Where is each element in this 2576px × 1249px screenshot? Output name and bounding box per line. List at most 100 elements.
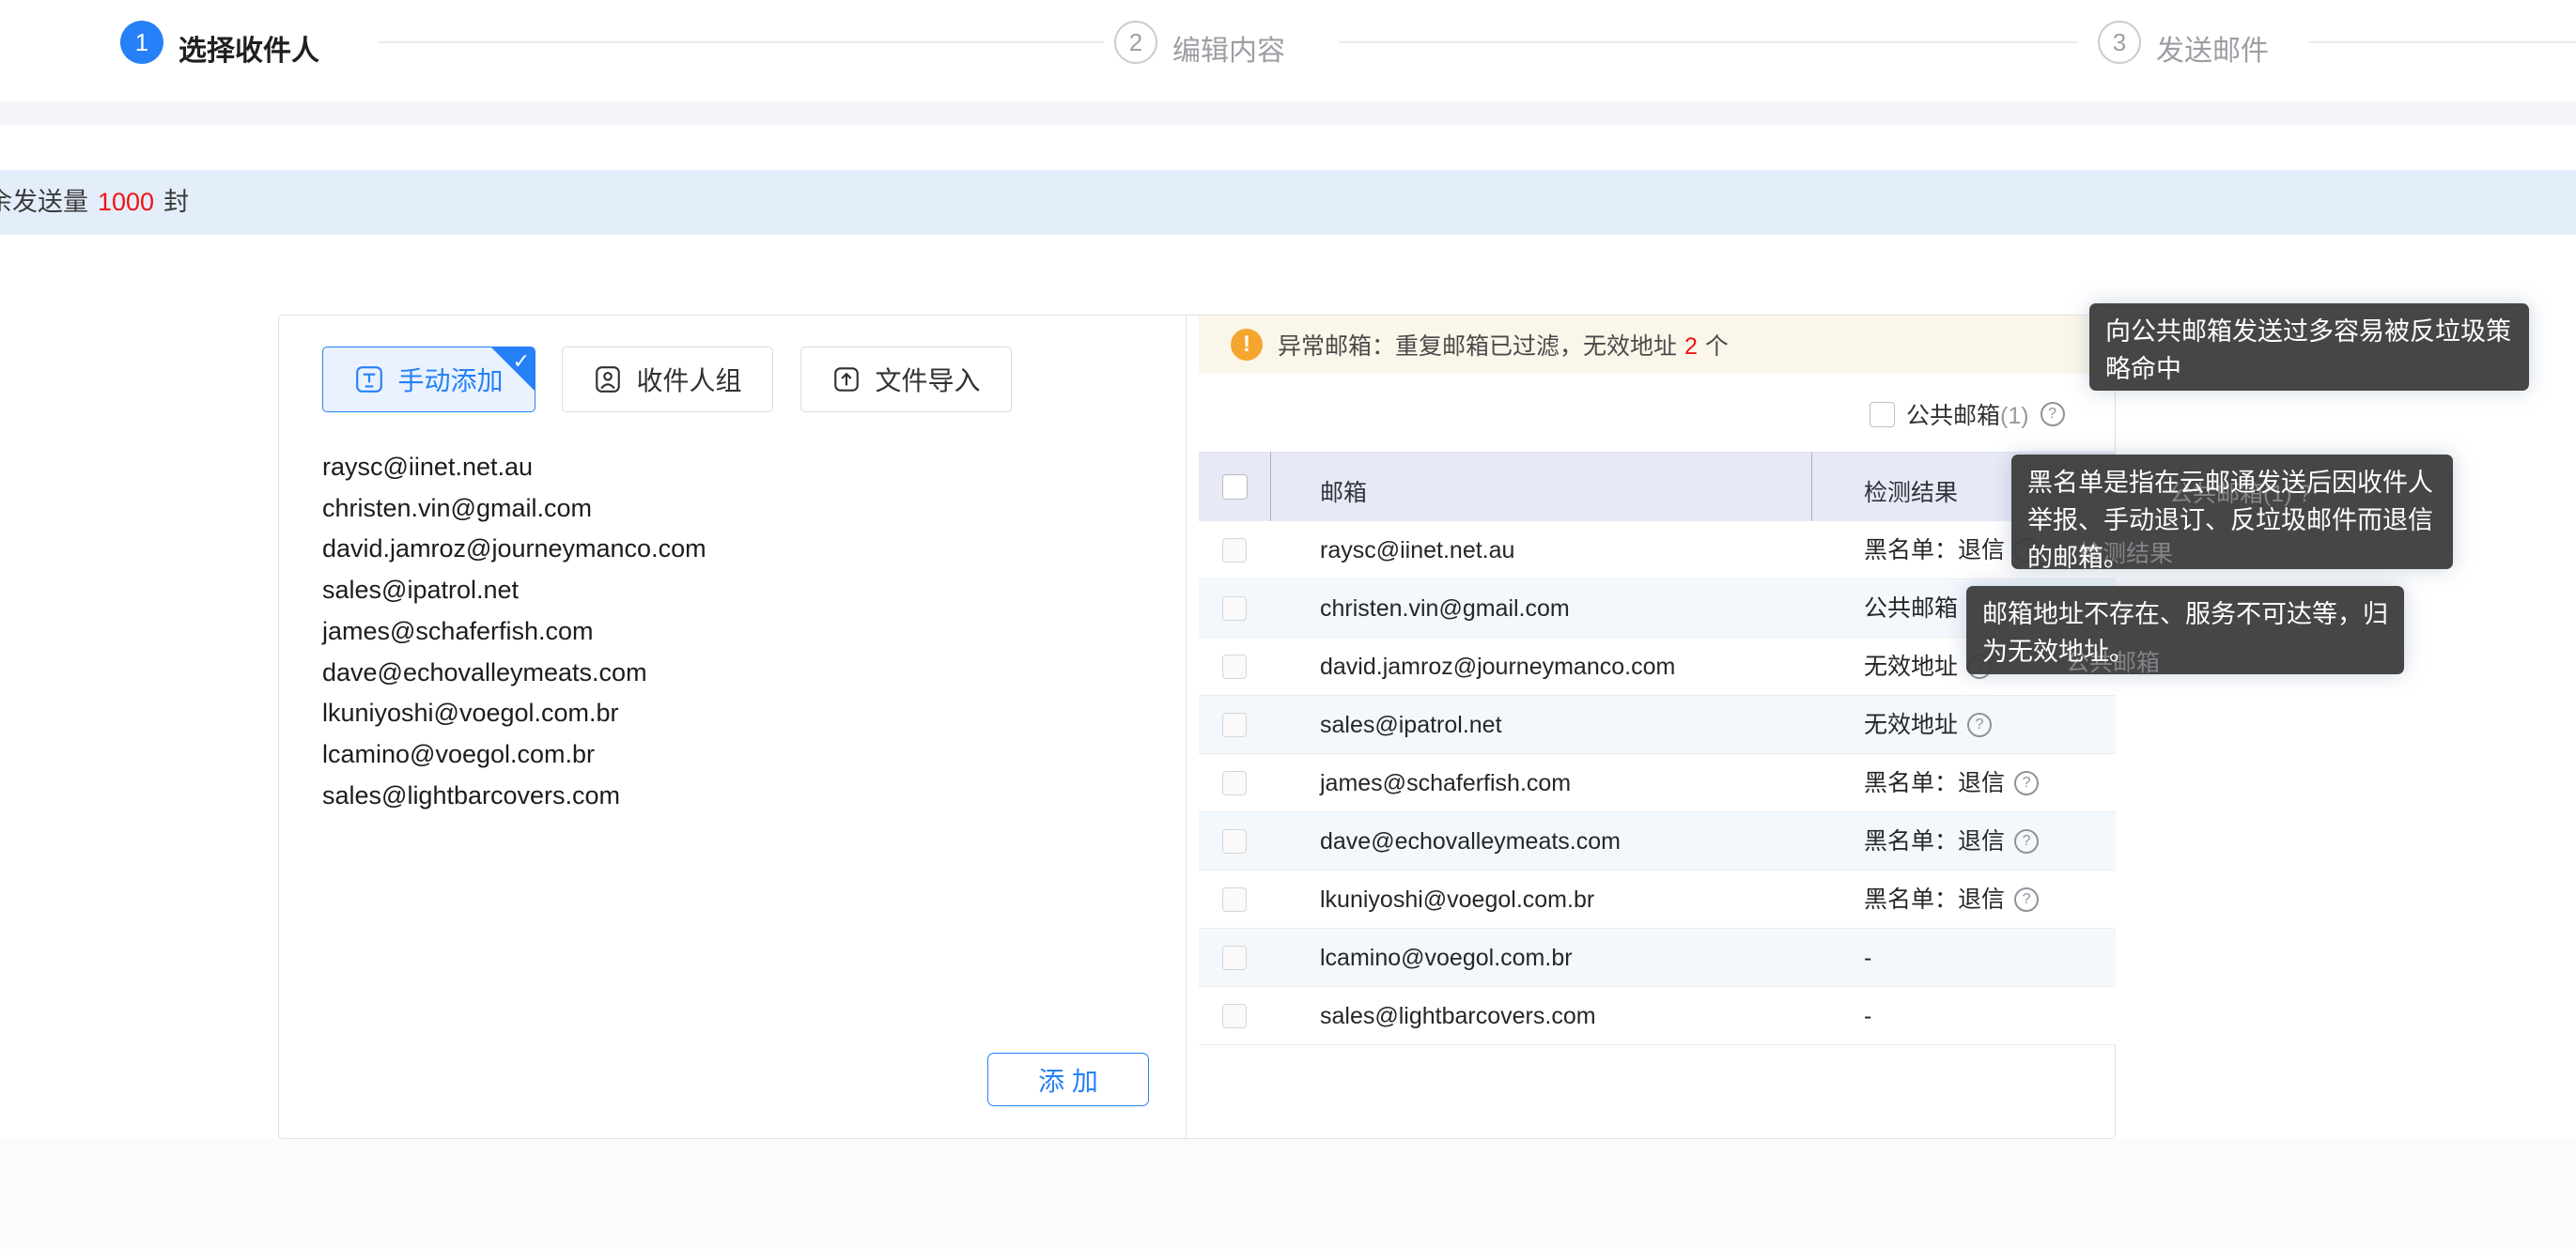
result-column-header: 检测结果 <box>1864 474 1958 508</box>
step-1-label: 选择收件人 <box>178 27 319 69</box>
row-result-text: - <box>1864 929 1871 987</box>
row-checkbox[interactable] <box>1222 829 1247 854</box>
quota-banner-text: 余发送量 1000 封 <box>0 170 189 235</box>
recipient-input-line: david.jamroz@journeymanco.com <box>322 529 1149 570</box>
selected-check-icon: ✓ <box>513 349 530 374</box>
step-1-number: 1 <box>135 28 148 56</box>
step-2-label: 编辑内容 <box>1172 27 1285 69</box>
row-email: lcamino@voegol.com.br <box>1320 929 1573 987</box>
row-result-text: 无效地址 <box>1864 696 1958 754</box>
row-checkbox[interactable] <box>1222 713 1247 737</box>
row-result: 黑名单：退信? <box>1864 754 2039 812</box>
row-checkbox[interactable] <box>1222 887 1247 912</box>
row-email: raysc@iinet.net.au <box>1320 521 1514 579</box>
tab-file-import[interactable]: 文件导入 <box>800 347 1012 412</box>
result-help-icon[interactable]: ? <box>1967 713 1992 737</box>
header-col-separator <box>1811 452 1812 521</box>
step-3-label: 发送邮件 <box>2156 27 2269 69</box>
tooltip-invalid-address-text: 邮箱地址不存在、服务不可达等，归为无效地址。 <box>1982 595 2388 671</box>
page-footer-area <box>0 1139 2576 1249</box>
step-3-circle: 3 <box>2098 21 2141 64</box>
row-email: david.jamroz@journeymanco.com <box>1320 638 1675 696</box>
public-mailbox-count: (1) <box>2000 403 2029 429</box>
public-mailbox-text: 公共邮箱 <box>1906 403 2000 429</box>
result-help-icon[interactable]: ? <box>2014 829 2039 854</box>
row-checkbox[interactable] <box>1222 946 1247 970</box>
pane-divider <box>1186 316 1187 1138</box>
row-result-text: 黑名单：退信 <box>1864 754 2005 812</box>
row-checkbox[interactable] <box>1222 596 1247 621</box>
table-row: lkuniyoshi@voegol.com.br 黑名单：退信? <box>1199 871 2116 929</box>
tooltip-blacklist-text: 黑名单是指在云邮通发送后因收件人举报、手动退订、反垃圾邮件而退信的邮箱。 <box>2027 464 2437 569</box>
row-result: 黑名单：退信? <box>1864 812 2039 871</box>
tooltip-invalid-address: 公共邮箱 邮箱地址不存在、服务不可达等，归为无效地址。 <box>1966 586 2404 674</box>
step-3-number: 3 <box>2113 28 2126 56</box>
file-import-icon <box>831 364 861 394</box>
warning-count: 2 <box>1684 333 1698 360</box>
abnormal-warning-bar: ! 异常邮箱：重复邮箱已过滤，无效地址2个 <box>1199 316 2104 374</box>
row-checkbox[interactable] <box>1222 655 1247 679</box>
row-result-text: 黑名单：退信 <box>1864 871 2005 929</box>
row-result-text: 黑名单：退信 <box>1864 521 2005 579</box>
row-result: 黑名单：退信? <box>1864 871 2039 929</box>
manual-add-icon <box>354 364 384 394</box>
row-result: 公共邮箱 <box>1864 579 1958 638</box>
quota-unit: 封 <box>163 188 189 216</box>
tab-recipient-group[interactable]: 收件人组 <box>562 347 773 412</box>
public-mailbox-label: 公共邮箱(1) <box>1906 397 2029 431</box>
step-2-circle: 2 <box>1114 21 1157 64</box>
row-checkbox[interactable] <box>1222 538 1247 563</box>
tab-manual-add-label: 手动添加 <box>397 361 503 398</box>
row-result: - <box>1864 987 1871 1045</box>
row-result: - <box>1864 929 1871 987</box>
recipient-input-area[interactable]: raysc@iinet.net.au christen.vin@gmail.co… <box>322 447 1149 816</box>
row-checkbox[interactable] <box>1222 771 1247 795</box>
row-email: james@schaferfish.com <box>1320 754 1571 812</box>
row-email: lkuniyoshi@voegol.com.br <box>1320 871 1594 929</box>
public-mailbox-checkbox[interactable] <box>1870 402 1895 427</box>
table-row: dave@echovalleymeats.com 黑名单：退信? <box>1199 812 2116 871</box>
stepper: 1 选择收件人 2 编辑内容 3 发送邮件 <box>0 0 2576 101</box>
public-mailbox-filter: 公共邮箱(1) ? <box>1870 398 2065 430</box>
table-row: lcamino@voegol.com.br - <box>1199 929 2116 987</box>
recipient-group-icon <box>593 364 623 394</box>
row-email: sales@ipatrol.net <box>1320 696 1502 754</box>
select-all-checkbox[interactable] <box>1222 474 1248 500</box>
step-connector-1 <box>378 41 1104 43</box>
row-result-text: - <box>1864 987 1871 1045</box>
tab-recipient-group-label: 收件人组 <box>636 361 741 398</box>
step-connector-2 <box>1339 41 2078 43</box>
recipient-input-line: dave@echovalleymeats.com <box>322 653 1149 694</box>
step-2-number: 2 <box>1129 28 1142 56</box>
row-email: christen.vin@gmail.com <box>1320 579 1570 638</box>
quota-count: 1000 <box>98 188 154 216</box>
quota-banner: 余发送量 1000 封 <box>0 170 2576 235</box>
tooltip-blacklist: 公共邮箱(1) ? 检测结果 黑名单是指在云邮通发送后因收件人举报、手动退订、反… <box>2011 455 2453 569</box>
tab-file-import-label: 文件导入 <box>875 361 980 398</box>
table-row: sales@lightbarcovers.com - <box>1199 987 2116 1045</box>
tab-manual-add[interactable]: 手动添加 ✓ <box>322 347 535 412</box>
row-result-text: 公共邮箱 <box>1864 579 1958 638</box>
warning-unit: 个 <box>1705 333 1729 360</box>
quota-label: 余发送量 <box>0 188 88 216</box>
result-help-icon[interactable]: ? <box>2014 887 2039 912</box>
row-email: sales@lightbarcovers.com <box>1320 987 1596 1045</box>
table-row: sales@ipatrol.net 无效地址? <box>1199 696 2116 754</box>
warning-text: 异常邮箱：重复邮箱已过滤，无效地址2个 <box>1278 328 1729 362</box>
result-help-icon[interactable]: ? <box>2014 771 2039 795</box>
header-col-separator <box>1270 452 1271 521</box>
row-email: dave@echovalleymeats.com <box>1320 812 1621 871</box>
recipient-input-line: sales@lightbarcovers.com <box>322 776 1149 817</box>
recipient-input-line: lkuniyoshi@voegol.com.br <box>322 693 1149 734</box>
email-column-header: 邮箱 <box>1320 474 1367 508</box>
row-result-text: 无效地址 <box>1864 638 1958 696</box>
add-button[interactable]: 添 加 <box>987 1053 1149 1106</box>
row-checkbox[interactable] <box>1222 1004 1247 1028</box>
divider-strip <box>0 101 2576 125</box>
public-mailbox-help-icon[interactable]: ? <box>2041 402 2065 426</box>
warning-icon: ! <box>1231 329 1263 361</box>
recipient-input-line: sales@ipatrol.net <box>322 570 1149 611</box>
mass-mail-recipient-page: 1 选择收件人 2 编辑内容 3 发送邮件 余发送量 1000 封 手动添加 ✓ <box>0 0 2576 1249</box>
recipient-input-line: christen.vin@gmail.com <box>322 488 1149 530</box>
recipient-input-line: raysc@iinet.net.au <box>322 447 1149 488</box>
